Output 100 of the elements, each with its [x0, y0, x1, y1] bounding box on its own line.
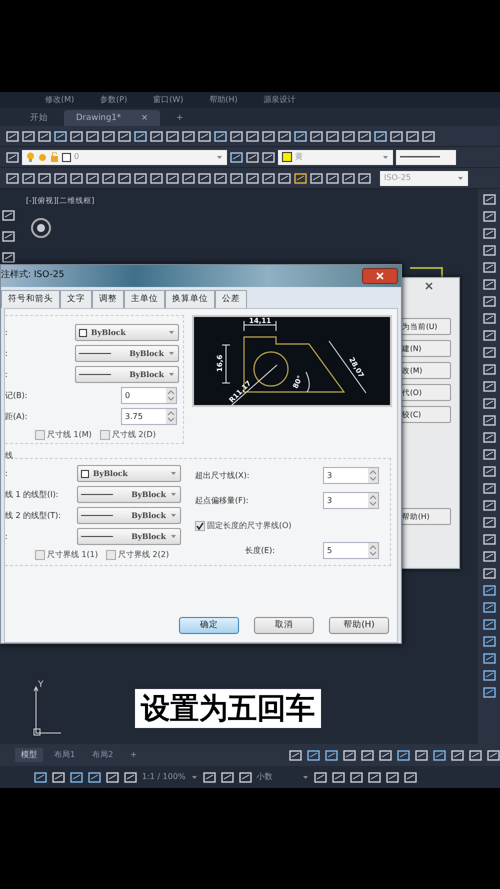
tool-icon[interactable]: [134, 130, 147, 142]
tool-icon[interactable]: [22, 172, 35, 184]
tool-icon[interactable]: [342, 130, 355, 142]
caret-icon[interactable]: [302, 774, 309, 780]
spinner-arrows-icon[interactable]: [368, 493, 378, 508]
number-field[interactable]: 3: [323, 492, 379, 509]
tool-icon[interactable]: [482, 669, 496, 682]
checkbox[interactable]: [35, 550, 45, 560]
tool-icon[interactable]: [332, 770, 345, 784]
tool-icon[interactable]: [433, 748, 446, 762]
tool-icon[interactable]: [86, 172, 99, 184]
tool-icon[interactable]: [2, 230, 15, 243]
tool-icon[interactable]: [2, 209, 15, 222]
tool-icon[interactable]: [482, 567, 496, 580]
checkbox[interactable]: [100, 430, 110, 440]
tool-icon[interactable]: [88, 770, 101, 784]
tool-icon[interactable]: [326, 130, 339, 142]
add-layout-button[interactable]: +: [124, 748, 143, 762]
tool-icon[interactable]: [482, 601, 496, 614]
tool-icon[interactable]: [487, 748, 500, 762]
dialog-tab[interactable]: 调整: [92, 290, 124, 308]
tool-icon[interactable]: [86, 130, 99, 142]
tool-icon[interactable]: [374, 130, 387, 142]
tool-icon[interactable]: [124, 770, 137, 784]
tool-icon[interactable]: [482, 312, 496, 325]
tool-icon[interactable]: [38, 172, 51, 184]
tool-icon[interactable]: [482, 618, 496, 631]
tool-icon[interactable]: [54, 130, 67, 142]
dialog-button[interactable]: 取消: [254, 617, 314, 634]
tool-icon[interactable]: [482, 482, 496, 495]
tool-icon[interactable]: [214, 130, 227, 142]
annotation-scale[interactable]: 1:1 / 100%: [142, 771, 186, 783]
menu-item[interactable]: 修改(M): [45, 94, 74, 106]
tool-icon[interactable]: [102, 130, 115, 142]
tool-icon[interactable]: [150, 172, 163, 184]
tool-icon[interactable]: [246, 150, 259, 164]
tool-icon[interactable]: [482, 227, 496, 240]
caret-icon[interactable]: [382, 154, 389, 160]
tool-icon[interactable]: [230, 130, 243, 142]
tool-icon[interactable]: [390, 130, 403, 142]
tool-icon[interactable]: [358, 172, 371, 184]
dialog-tab[interactable]: 文字: [60, 290, 92, 308]
tool-icon[interactable]: [310, 130, 323, 142]
tool-icon[interactable]: [325, 748, 338, 762]
menu-item[interactable]: 帮助(H): [209, 94, 238, 106]
caret-icon[interactable]: [190, 774, 198, 780]
tool-icon[interactable]: [350, 770, 363, 784]
tool-icon[interactable]: [482, 550, 496, 563]
tool-icon[interactable]: [482, 210, 496, 223]
tool-icon[interactable]: [482, 465, 496, 478]
tool-icon[interactable]: [6, 172, 19, 184]
layout-tab[interactable]: 布局2: [86, 748, 120, 762]
dialog-button[interactable]: 确定: [179, 617, 239, 634]
caret-icon[interactable]: [457, 174, 464, 182]
tool-icon[interactable]: [310, 172, 323, 184]
tool-icon[interactable]: [22, 130, 35, 142]
tool-icon[interactable]: [404, 770, 417, 784]
tool-icon[interactable]: [134, 172, 147, 184]
tool-icon[interactable]: [307, 748, 320, 762]
tool-icon[interactable]: [2, 251, 15, 264]
spinner-arrows-icon[interactable]: [368, 543, 378, 558]
tool-icon[interactable]: [214, 172, 227, 184]
document-tab[interactable]: 开始: [18, 110, 60, 126]
tool-icon[interactable]: [52, 770, 65, 784]
close-icon[interactable]: [425, 282, 433, 290]
tool-icon[interactable]: [118, 130, 131, 142]
number-field[interactable]: 3.75: [121, 408, 177, 425]
tool-icon[interactable]: [406, 130, 419, 142]
tool-icon[interactable]: [422, 130, 435, 142]
spinner-arrows-icon[interactable]: [166, 388, 176, 403]
new-tab-button[interactable]: +: [164, 110, 196, 126]
tool-icon[interactable]: [70, 130, 83, 142]
menu-item[interactable]: 参数(P): [100, 94, 128, 106]
caret-icon[interactable]: [168, 329, 175, 336]
tool-icon[interactable]: [368, 770, 381, 784]
tool-icon[interactable]: [482, 686, 496, 699]
tool-icon[interactable]: [34, 770, 47, 784]
linetype-dropdown[interactable]: [396, 150, 456, 164]
tool-icon[interactable]: [482, 380, 496, 393]
tool-icon[interactable]: [278, 172, 291, 184]
document-tab[interactable]: Drawing1* ×: [64, 110, 160, 126]
tool-icon[interactable]: [262, 130, 275, 142]
tool-icon[interactable]: [343, 748, 356, 762]
tool-icon[interactable]: [246, 172, 259, 184]
tool-icon[interactable]: [326, 172, 339, 184]
tool-icon[interactable]: [482, 295, 496, 308]
tool-icon[interactable]: [482, 244, 496, 257]
tool-icon[interactable]: [262, 150, 275, 164]
checkbox[interactable]: [106, 550, 116, 560]
tool-icon[interactable]: [482, 278, 496, 291]
tool-icon[interactable]: [198, 130, 211, 142]
close-tab-button[interactable]: ×: [141, 112, 148, 124]
dialog-tab[interactable]: 符号和箭头: [1, 290, 60, 308]
tool-icon[interactable]: [386, 770, 399, 784]
tool-icon[interactable]: [482, 193, 496, 206]
tool-icon[interactable]: [278, 130, 291, 142]
tool-icon[interactable]: [415, 748, 428, 762]
dialog-tab[interactable]: 换算单位: [165, 290, 215, 308]
caret-icon[interactable]: [168, 371, 175, 378]
tool-icon[interactable]: [166, 130, 179, 142]
